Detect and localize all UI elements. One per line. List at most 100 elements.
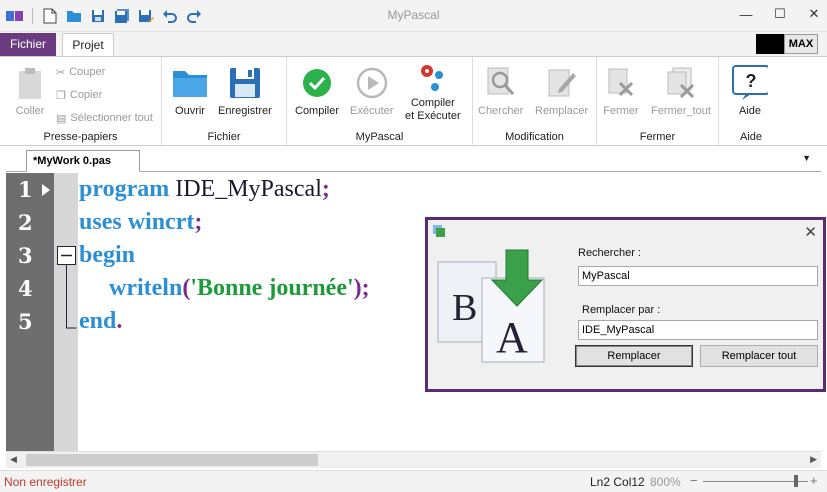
window-title: MyPascal xyxy=(387,8,440,22)
group-label-aide: Aide xyxy=(739,131,763,143)
line-number: 4 xyxy=(18,276,33,301)
horizontal-scrollbar[interactable]: ◀ ▶ xyxy=(6,451,821,468)
select-all-label: Sélectionner tout xyxy=(70,112,153,124)
replace-dialog-button[interactable]: Remplacer xyxy=(575,345,693,367)
replace-button[interactable]: Remplacer xyxy=(535,65,588,118)
tab-document[interactable]: *MyWork 0.pas xyxy=(26,150,140,172)
max-label: MAX xyxy=(784,34,818,54)
code-line: uses wincrt; xyxy=(79,206,202,239)
save-button[interactable]: Enregistrer xyxy=(218,65,272,118)
search-input[interactable]: MyPascal xyxy=(578,266,818,286)
group-aide: ? Aide Aide xyxy=(719,57,783,146)
ribbon-tabs: Fichier Projet MAX xyxy=(0,32,827,57)
current-line-arrow-icon xyxy=(42,184,50,199)
scroll-left-icon[interactable]: ◀ xyxy=(10,454,17,465)
group-modification: Chercher Remplacer Modification xyxy=(473,57,597,146)
run-label: Exécuter xyxy=(350,105,394,117)
tab-projet[interactable]: Projet xyxy=(62,33,114,57)
run-button[interactable]: Exécuter xyxy=(350,65,393,118)
keyword: end xyxy=(79,308,117,334)
punctuation: ; xyxy=(321,176,330,202)
floppy-icon xyxy=(227,65,263,101)
zoom-slider-handle[interactable] xyxy=(794,475,798,487)
check-circle-icon xyxy=(299,65,335,101)
zoom-slider-track[interactable] xyxy=(703,481,808,482)
document-tabs: *MyWork 0.pas ▼ xyxy=(6,148,821,172)
replace-input[interactable]: IDE_MyPascal xyxy=(578,320,818,340)
compile-label: Compiler xyxy=(295,105,340,117)
compile-run-label: Compiler et Exécuter xyxy=(405,97,461,123)
scroll-thumb[interactable] xyxy=(26,454,318,466)
window-controls: — ☐ ✕ xyxy=(739,6,821,22)
keyword: begin xyxy=(79,242,136,268)
fold-collapse-icon[interactable] xyxy=(57,246,77,335)
save-label: Enregistrer xyxy=(218,105,272,117)
replace-all-button[interactable]: Remplacer tout xyxy=(700,345,818,367)
close-doc-icon xyxy=(603,65,639,101)
scissors-icon: ✂ xyxy=(56,66,66,79)
cut-button[interactable]: ✂ Couper xyxy=(56,63,105,81)
open-button[interactable]: Ouvrir xyxy=(172,65,208,118)
replace-field-label: Remplacer par : xyxy=(582,304,661,316)
copy-label: Copier xyxy=(69,89,103,101)
max-toggle[interactable]: MAX xyxy=(756,34,818,54)
close-icon[interactable]: ✕ xyxy=(807,6,821,22)
code-line: program IDE_MyPascal; xyxy=(79,173,330,206)
svg-text:B: B xyxy=(452,287,477,329)
title-bar: MyPascal — ☐ ✕ xyxy=(0,0,827,32)
line-number: 3 xyxy=(18,243,33,268)
edit-pen-icon xyxy=(544,65,580,101)
zoom-out-icon[interactable]: − xyxy=(690,473,698,488)
replace-label: Remplacer xyxy=(535,105,589,117)
group-label-mypascal: MyPascal xyxy=(355,131,404,143)
search-button[interactable]: Chercher xyxy=(478,65,523,118)
compile-button[interactable]: Compiler xyxy=(295,65,339,118)
punctuation: . xyxy=(116,308,123,334)
zoom-in-icon[interactable]: + xyxy=(810,473,818,488)
svg-text:?: ? xyxy=(746,71,757,91)
help-button[interactable]: ? Aide xyxy=(732,65,768,118)
scroll-right-icon[interactable]: ▶ xyxy=(810,454,817,465)
compile-run-line1: Compiler xyxy=(410,97,455,109)
search-field-label: Rechercher : xyxy=(578,247,641,259)
folder-icon xyxy=(172,65,208,101)
minimize-icon[interactable]: — xyxy=(739,6,753,22)
replace-illustration-icon: B A xyxy=(434,248,552,366)
help-icon: ? xyxy=(732,65,768,101)
identifier: IDE_MyPascal xyxy=(175,176,322,202)
tabs-dropdown-icon[interactable]: ▼ xyxy=(802,153,811,163)
play-icon xyxy=(354,65,390,101)
maximize-icon[interactable]: ☐ xyxy=(773,6,787,22)
close-file-button[interactable]: Fermer xyxy=(603,65,639,118)
svg-text:A: A xyxy=(496,313,528,362)
save-status: Non enregistrer xyxy=(4,475,87,489)
paste-button[interactable]: Coller xyxy=(12,65,48,118)
keyword: writeln xyxy=(109,275,183,301)
help-label: Aide xyxy=(738,105,762,117)
group-label-clipboard: Presse-papiers xyxy=(43,131,118,143)
code-line: end. xyxy=(79,305,122,338)
paste-label: Coller xyxy=(15,105,45,117)
close-all-label: Fermer_tout xyxy=(651,105,711,117)
dialog-close-icon[interactable]: ✕ xyxy=(804,223,817,241)
line-number: 2 xyxy=(18,210,33,235)
open-label: Ouvrir xyxy=(175,105,205,117)
copy-button[interactable]: ❐ Copier xyxy=(56,86,102,104)
group-fichier: Ouvrir Enregistrer Fichier xyxy=(162,57,287,146)
group-label-fermer: Fermer xyxy=(639,131,676,143)
close-all-icon xyxy=(663,65,699,101)
select-all-button[interactable]: ▤ Sélectionner tout xyxy=(56,109,153,127)
group-clipboard: Coller ✂ Couper ❐ Copier ▤ Sélectionner tou… xyxy=(0,57,162,146)
compile-run-button[interactable]: Compiler et Exécuter xyxy=(405,61,461,123)
copy-icon: ❐ xyxy=(56,89,66,102)
paste-icon xyxy=(12,65,48,101)
close-all-button[interactable]: Fermer_tout xyxy=(651,65,711,118)
group-fermer: Fermer Fermer_tout Fermer xyxy=(597,57,719,146)
tab-fichier[interactable]: Fichier xyxy=(0,33,56,56)
search-label: Chercher xyxy=(478,105,524,117)
ribbon: Coller ✂ Couper ❐ Copier ▤ Sélectionner tou… xyxy=(0,56,827,146)
replace-dialog: ✕ B A Rechercher : MyPascal Remplacer pa… xyxy=(425,217,826,392)
code-line: writeln('Bonne journée'); xyxy=(79,272,370,305)
dialog-app-icon xyxy=(432,224,446,241)
line-number: 5 xyxy=(18,309,33,334)
